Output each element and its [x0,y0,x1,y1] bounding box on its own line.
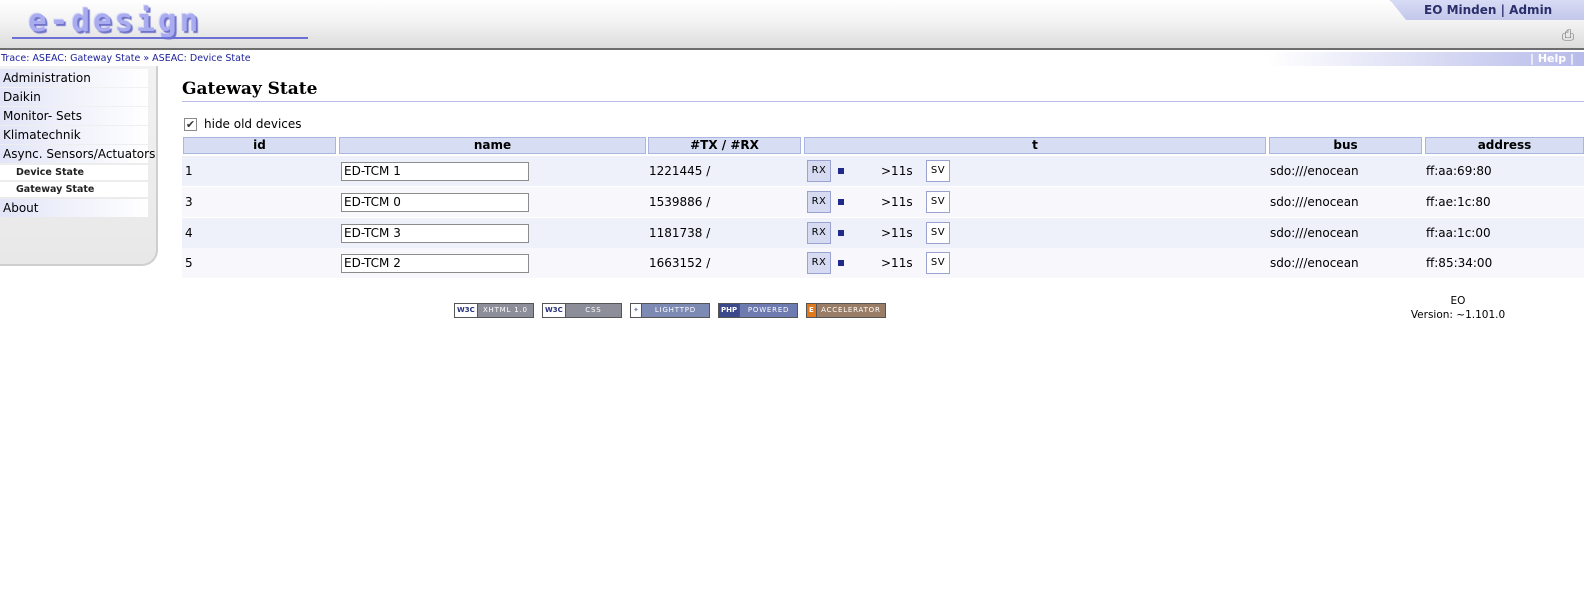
trace-prefix: Trace: [1,53,30,64]
breadcrumb: Trace: ASEAC: Gateway State » ASEAC: Dev… [1,52,251,66]
sidebar: Administration Daikin Monitor- Sets Klim… [0,66,158,266]
sidebar-item-async-sensors[interactable]: Async. Sensors/Actuators [0,145,155,163]
device-name-input[interactable]: ED-TCM 0 [341,193,529,212]
rx-button[interactable]: RX [807,222,831,244]
sidebar-item-klimatechnik[interactable]: Klimatechnik [0,126,148,144]
xhtml-badge[interactable]: W3C XHTML 1.0 [454,303,534,318]
trace-separator: » [143,53,150,64]
device-name-input[interactable]: ED-TCM 2 [341,254,529,273]
column-header-t: t [804,137,1266,154]
hide-old-devices-checkbox[interactable]: ✔ [184,117,197,131]
hide-old-devices-label: hide old devices [204,117,302,131]
cell-id: 4 [185,226,193,240]
eaccelerator-badge[interactable]: E ACCELERATOR [806,303,886,318]
hide-old-devices-option: ✔ hide old devices [184,116,302,132]
badge-right-text: XHTML 1.0 [477,304,533,317]
cell-age: >11s [881,195,913,209]
version-text: Version: ~1.101.0 [1410,309,1506,321]
cell-address: ff:aa:1c:00 [1426,226,1491,240]
rx-button[interactable]: RX [807,191,831,213]
badge-left-text: W3C [455,304,478,317]
logo: e-design [28,3,202,39]
sidebar-item-about[interactable]: About [0,199,148,217]
user-info[interactable]: EO Minden | Admin [1424,3,1552,17]
cell-bus: sdo:///enocean [1270,195,1359,209]
badge-right-text: ACCELERATOR [816,304,885,317]
sidebar-subitem-device-state[interactable]: Device State [0,165,148,180]
sidebar-subitem-gateway-state[interactable]: Gateway State [0,182,148,197]
cell-id: 1 [185,164,193,178]
version-info: EO Version: ~1.101.0 [1408,294,1508,322]
badge-right-text: CSS [565,304,621,317]
cell-address: ff:aa:69:80 [1426,164,1492,178]
cell-txrx: 1221445 / [649,164,711,178]
cell-address: ff:ae:1c:80 [1426,195,1491,209]
trace-bar: Trace: ASEAC: Gateway State » ASEAC: Dev… [0,52,1584,66]
logo-underline [12,37,308,39]
trace-link-device-state[interactable]: ASEAC: Device State [152,53,250,64]
org-name: EO [1450,295,1466,307]
column-header-id: id [183,137,336,154]
sv-button[interactable]: SV [926,160,950,182]
cell-age: >11s [881,226,913,240]
php-badge[interactable]: PHP POWERED [718,303,798,318]
cell-bus: sdo:///enocean [1270,164,1359,178]
status-indicator [838,260,844,266]
title-divider [182,101,1584,102]
cell-txrx: 1539886 / [649,195,711,209]
rx-button[interactable]: RX [807,252,831,274]
badge-left-text: E [807,304,817,317]
column-header-bus: bus [1269,137,1422,154]
printer-icon[interactable]: ⎙ [1562,26,1584,46]
css-badge[interactable]: W3C CSS [542,303,622,318]
sidebar-item-monitor-sets[interactable]: Monitor- Sets [0,107,148,125]
column-header-txrx: #TX / #RX [648,137,801,154]
cell-bus: sdo:///enocean [1270,226,1359,240]
table-row: 3 ED-TCM 0 1539886 / RX >11s SV sdo:///e… [182,187,1584,217]
status-indicator [838,230,844,236]
cell-txrx: 1663152 / [649,256,711,270]
table-row: 5 ED-TCM 2 1663152 / RX >11s SV sdo:///e… [182,248,1584,278]
cell-age: >11s [881,164,913,178]
cell-id: 5 [185,256,193,270]
device-name-input[interactable]: ED-TCM 3 [341,224,529,243]
rx-button[interactable]: RX [807,160,831,182]
status-indicator [838,199,844,205]
feather-icon: ✦ [631,304,642,317]
sv-button[interactable]: SV [926,191,950,213]
column-header-name: name [339,137,646,154]
cell-bus: sdo:///enocean [1270,256,1359,270]
header-bar: e-design EO Minden | Admin ⎙ [0,0,1584,50]
cell-id: 3 [185,195,193,209]
table-row: 1 ED-TCM 1 1221445 / RX >11s SV sdo:///e… [182,156,1584,186]
sidebar-item-administration[interactable]: Administration [0,69,148,87]
badge-left-text: W3C [543,304,566,317]
cell-address: ff:85:34:00 [1426,256,1493,270]
sidebar-item-daikin[interactable]: Daikin [0,88,148,106]
trace-link-gateway-state[interactable]: ASEAC: Gateway State [32,53,140,64]
badge-right-text: LIGHTTPD [641,304,709,317]
status-indicator [838,168,844,174]
page-title: Gateway State [182,79,318,99]
badge-right-text: POWERED [740,304,797,317]
lighttpd-badge[interactable]: ✦ LIGHTTPD [630,303,710,318]
sv-button[interactable]: SV [926,222,950,244]
sv-button[interactable]: SV [926,252,950,274]
column-header-address: address [1425,137,1584,154]
table-row: 4 ED-TCM 3 1181738 / RX >11s SV sdo:///e… [182,218,1584,248]
cell-age: >11s [881,256,913,270]
help-link[interactable]: | Help | [1530,52,1574,66]
device-name-input[interactable]: ED-TCM 1 [341,162,529,181]
badge-left-text: PHP [719,304,741,317]
cell-txrx: 1181738 / [649,226,711,240]
